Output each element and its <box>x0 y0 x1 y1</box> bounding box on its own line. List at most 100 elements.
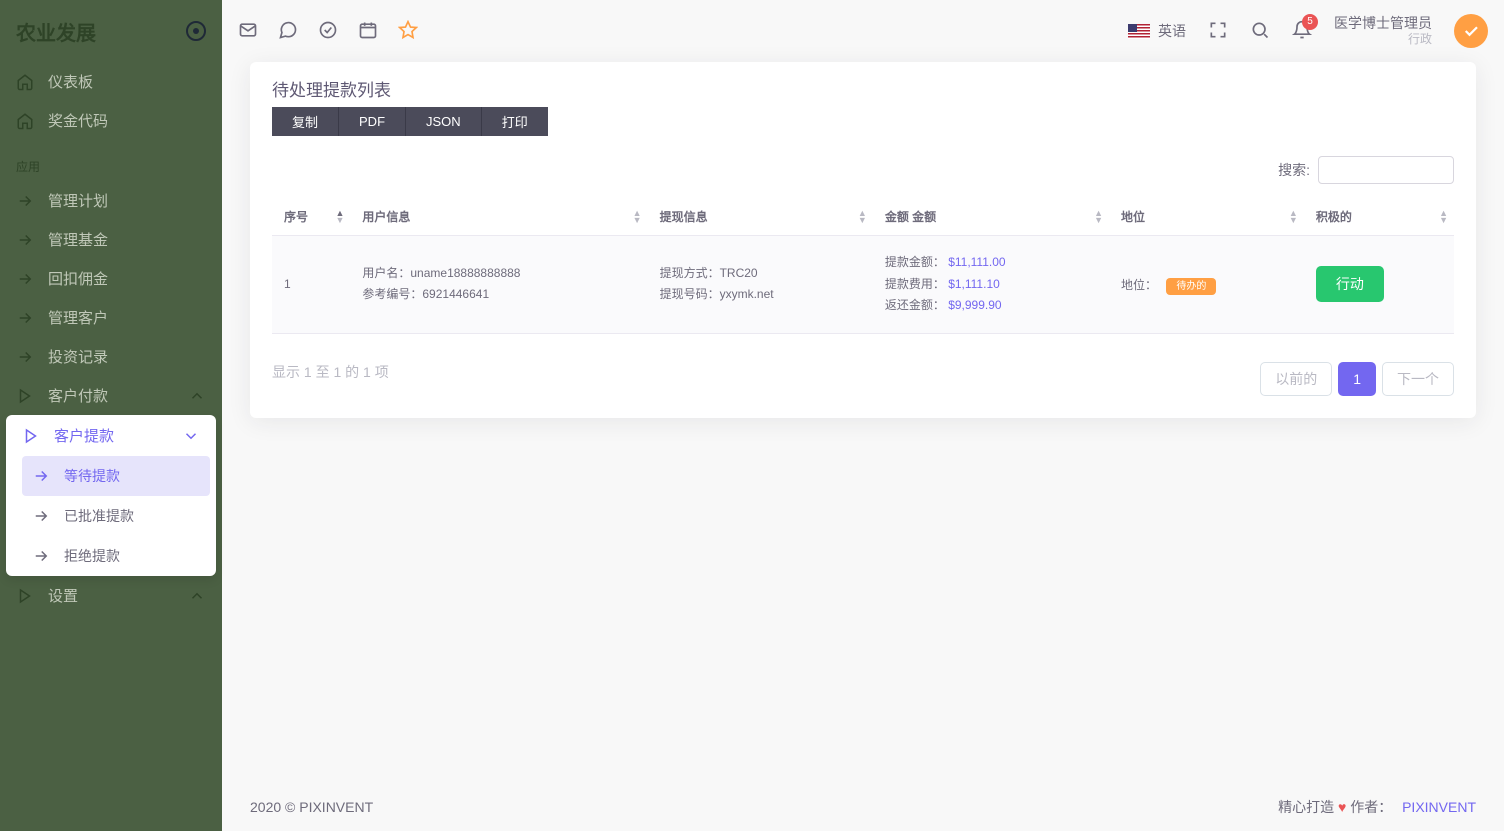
cell-user: 用户名：uname18888888888 参考编号：6921446641 <box>350 236 647 334</box>
mail-icon[interactable] <box>238 20 258 43</box>
language-selector[interactable]: 英语 <box>1128 21 1186 41</box>
play-icon <box>16 387 34 405</box>
cell-action: 行动 <box>1304 236 1454 334</box>
nav-label: 管理客户 <box>48 307 108 328</box>
brand-title: 农业发展 <box>16 17 96 46</box>
nav-rebate[interactable]: 回扣佣金 <box>0 259 222 298</box>
nav-dashboard[interactable]: 仪表板 <box>0 62 222 101</box>
calendar-icon[interactable] <box>358 20 378 43</box>
nav-label: 客户提款 <box>54 425 114 446</box>
notification-count: 5 <box>1302 14 1318 30</box>
footer: 2020 © PIXINVENT 精心打造 ♥ 作者： PIXINVENT <box>222 783 1504 831</box>
nav-section-apps: 应用 <box>0 140 222 181</box>
col-amount[interactable]: 金额 金额▲▼ <box>873 198 1109 236</box>
search-input[interactable] <box>1318 156 1454 184</box>
footer-right: 精心打造 ♥ 作者： PIXINVENT <box>1278 797 1476 817</box>
arrow-right-icon <box>32 507 50 525</box>
arrow-right-icon <box>16 231 34 249</box>
withdrawal-table: 序号▲▼ 用户信息▲▼ 提现信息▲▼ 金额 金额▲▼ 地位▲▼ 积极的▲▼ 1 … <box>272 198 1454 334</box>
action-button[interactable]: 行动 <box>1316 266 1384 302</box>
col-sn[interactable]: 序号▲▼ <box>272 198 350 236</box>
nav-label: 拒绝提款 <box>64 546 120 566</box>
nav-label: 回扣佣金 <box>48 268 108 289</box>
nav-bonus[interactable]: 奖金代码 <box>0 101 222 140</box>
card-title: 待处理提款列表 <box>272 76 1454 101</box>
search-label: 搜索: <box>1278 160 1310 180</box>
pager-prev[interactable]: 以前的 <box>1260 362 1332 396</box>
sidebar: 农业发展 仪表板 奖金代码 应用 管理计划 管理基金 回扣佣金 管理客户 投资记… <box>0 0 222 831</box>
topbar-left <box>238 20 418 43</box>
status-badge: 待办的 <box>1166 278 1216 295</box>
page-body: 待处理提款列表 复制 PDF JSON 打印 搜索: 序号▲▼ 用户信息▲▼ 提… <box>222 62 1504 831</box>
author-link[interactable]: PIXINVENT <box>1402 799 1476 815</box>
nav-approved-withdrawal[interactable]: 已批准提款 <box>16 496 216 536</box>
cell-amount: 提款金额： $11,111.00 提款费用： $1,111.10 返还金额： $… <box>873 236 1109 334</box>
nav-investment[interactable]: 投资记录 <box>0 337 222 376</box>
col-user[interactable]: 用户信息▲▼ <box>350 198 647 236</box>
target-icon[interactable] <box>186 21 206 41</box>
home-icon <box>16 112 34 130</box>
cell-sn: 1 <box>272 236 350 334</box>
nav-label: 设置 <box>48 585 78 606</box>
submenu-withdrawal: 客户提款 等待提款 已批准提款 拒绝提款 <box>6 415 216 576</box>
brand-row: 农业发展 <box>0 0 222 62</box>
star-icon[interactable] <box>398 20 418 43</box>
nav-rejected-withdrawal[interactable]: 拒绝提款 <box>16 536 216 576</box>
arrow-right-icon <box>16 270 34 288</box>
nav-label: 投资记录 <box>48 346 108 367</box>
chevron-down-icon <box>182 427 200 445</box>
nav-settings[interactable]: 设置 <box>0 576 222 615</box>
heart-icon: ♥ <box>1338 799 1346 815</box>
arrow-right-icon <box>16 192 34 210</box>
nav-fund[interactable]: 管理基金 <box>0 220 222 259</box>
maximize-icon[interactable] <box>1208 20 1228 43</box>
check-circle-icon[interactable] <box>318 20 338 43</box>
nav-withdrawal[interactable]: 客户提款 <box>6 415 216 456</box>
nav-customers[interactable]: 管理客户 <box>0 298 222 337</box>
pager-1[interactable]: 1 <box>1338 362 1376 396</box>
arrow-right-icon <box>16 348 34 366</box>
chevron-up-icon <box>188 387 206 405</box>
withdraw-card: 待处理提款列表 复制 PDF JSON 打印 搜索: 序号▲▼ 用户信息▲▼ 提… <box>250 62 1476 418</box>
nav-label: 奖金代码 <box>48 110 108 131</box>
arrow-right-icon <box>32 547 50 565</box>
arrow-right-icon <box>32 467 50 485</box>
chevron-up-icon <box>188 587 206 605</box>
notification-bell[interactable]: 5 <box>1292 20 1312 43</box>
withdrawal-submenu: 等待提款 已批准提款 拒绝提款 <box>6 456 216 576</box>
search-icon[interactable] <box>1250 20 1270 43</box>
search-row: 搜索: <box>272 156 1454 184</box>
pager-next[interactable]: 下一个 <box>1382 362 1454 396</box>
nav-pending-withdrawal[interactable]: 等待提款 <box>22 456 210 496</box>
flag-us-icon <box>1128 24 1150 39</box>
play-icon <box>22 427 40 445</box>
table-info: 显示 1 至 1 的 1 项 <box>272 362 389 382</box>
user-info[interactable]: 医学博士管理员 行政 <box>1334 15 1432 46</box>
language-label: 英语 <box>1158 21 1186 41</box>
nav-label: 已批准提款 <box>64 506 134 526</box>
json-button[interactable]: JSON <box>406 107 482 136</box>
col-status[interactable]: 地位▲▼ <box>1109 198 1304 236</box>
copy-button[interactable]: 复制 <box>272 107 339 136</box>
topbar: 英语 5 医学博士管理员 行政 <box>222 0 1504 62</box>
avatar[interactable] <box>1454 14 1488 48</box>
nav-label: 管理基金 <box>48 229 108 250</box>
nav-label: 仪表板 <box>48 71 93 92</box>
col-action[interactable]: 积极的▲▼ <box>1304 198 1454 236</box>
nav-payment[interactable]: 客户付款 <box>0 376 222 415</box>
topbar-right: 英语 5 医学博士管理员 行政 <box>1128 14 1488 48</box>
export-buttons: 复制 PDF JSON 打印 <box>272 107 1454 136</box>
nav-label: 客户付款 <box>48 385 108 406</box>
table-row: 1 用户名：uname18888888888 参考编号：6921446641 提… <box>272 236 1454 334</box>
user-name: 医学博士管理员 <box>1334 15 1432 32</box>
print-button[interactable]: 打印 <box>482 107 548 136</box>
nav-label: 等待提款 <box>64 466 120 486</box>
pdf-button[interactable]: PDF <box>339 107 406 136</box>
cell-status: 地位： 待办的 <box>1109 236 1304 334</box>
check-icon <box>1462 22 1480 40</box>
chat-icon[interactable] <box>278 20 298 43</box>
play-icon <box>16 587 34 605</box>
home-icon <box>16 73 34 91</box>
col-withdraw[interactable]: 提现信息▲▼ <box>648 198 873 236</box>
nav-plan[interactable]: 管理计划 <box>0 181 222 220</box>
